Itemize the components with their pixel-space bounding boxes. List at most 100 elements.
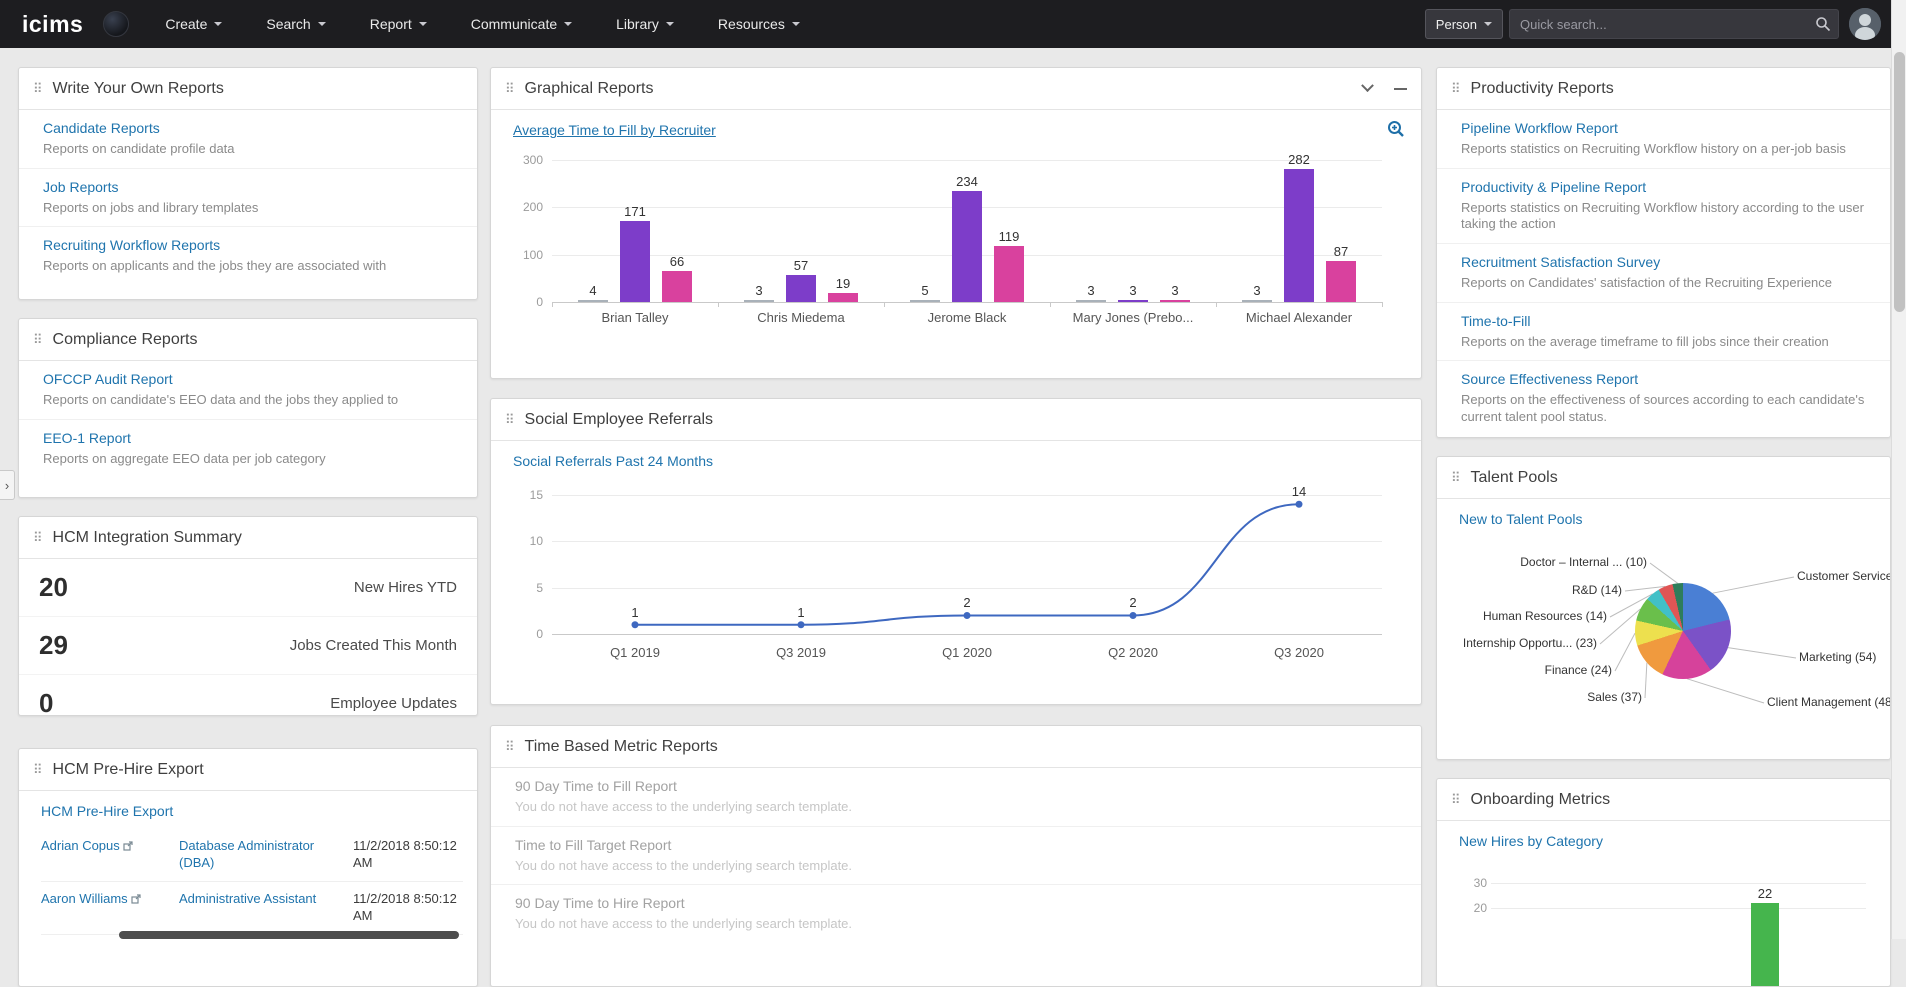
stat-row: 0 Employee Updates <box>19 675 477 716</box>
pie-label: Marketing (54) <box>1799 650 1876 664</box>
axis-tick <box>884 302 885 307</box>
chevron-down-icon <box>419 22 427 26</box>
time-to-fill-target-report: Time to Fill Target Report <box>515 837 671 853</box>
drag-handle-icon[interactable] <box>1451 470 1461 486</box>
vertical-scrollbar[interactable] <box>1891 0 1906 939</box>
bar <box>1284 169 1314 302</box>
scrollbar-thumb[interactable] <box>1894 52 1905 312</box>
no-access-message: You do not have access to the underlying… <box>515 858 1407 875</box>
candidate-name-link[interactable]: Adrian Copus <box>41 838 120 853</box>
report-desc: Reports on Candidates' satisfaction of t… <box>1461 275 1876 292</box>
search-icon[interactable] <box>1815 16 1831 37</box>
drag-handle-icon[interactable] <box>33 530 43 546</box>
drag-handle-icon[interactable] <box>1451 792 1461 808</box>
90-day-time-to-fill-report: 90 Day Time to Fill Report <box>515 778 677 794</box>
candidate-name-link[interactable]: Aaron Williams <box>41 891 128 906</box>
candidate-reports-link[interactable]: Candidate Reports <box>43 120 160 136</box>
minimize-panel-icon[interactable] <box>1394 88 1407 90</box>
no-access-message: You do not have access to the underlying… <box>515 799 1407 816</box>
drag-handle-icon[interactable] <box>505 739 515 755</box>
panel-link-row: HCM Pre-Hire Export <box>19 791 477 827</box>
90-day-time-to-hire-report: 90 Day Time to Hire Report <box>515 895 685 911</box>
time-to-fill-link[interactable]: Time-to-Fill <box>1461 313 1530 329</box>
avg-time-to-fill-link[interactable]: Average Time to Fill by Recruiter <box>513 122 716 138</box>
bar-value-label: 5 <box>905 283 945 298</box>
stat-label: New Hires YTD <box>354 579 457 596</box>
nav-right: Person <box>1425 8 1881 40</box>
horizontal-scrollbar-thumb[interactable] <box>119 931 459 939</box>
bar-value-label: 3 <box>1071 283 1111 298</box>
panel-hcm-integration-summary: HCM Integration Summary 20 New Hires YTD… <box>18 516 478 716</box>
panel-write-your-own-reports: Write Your Own Reports Candidate Reports… <box>18 67 478 300</box>
report-list-item: Time to Fill Target Report You do not ha… <box>491 827 1421 886</box>
new-to-talent-pools-link[interactable]: New to Talent Pools <box>1459 511 1582 527</box>
panel-header: Productivity Reports <box>1437 68 1890 110</box>
ofccp-audit-report-link[interactable]: OFCCP Audit Report <box>43 371 173 387</box>
panel-title: Write Your Own Reports <box>53 80 224 98</box>
menu-resources[interactable]: Resources <box>696 0 822 48</box>
eeo1-report-link[interactable]: EEO-1 Report <box>43 430 131 446</box>
menu-search-label: Search <box>266 16 310 32</box>
pie-label: Finance (24) <box>1545 663 1612 677</box>
bar-value-label: 3 <box>1155 283 1195 298</box>
pipeline-workflow-report-link[interactable]: Pipeline Workflow Report <box>1461 120 1618 136</box>
report-desc: Reports on the effectiveness of sources … <box>1461 392 1876 425</box>
job-reports-link[interactable]: Job Reports <box>43 179 118 195</box>
menu-library[interactable]: Library <box>594 0 696 48</box>
external-link-icon <box>131 892 141 907</box>
social-referrals-link[interactable]: Social Referrals Past 24 Months <box>513 453 713 469</box>
pie-chart: Customer Service (60)Marketing (54)Clien… <box>1437 535 1890 750</box>
panel-header: Graphical Reports <box>491 68 1421 110</box>
drag-handle-icon[interactable] <box>33 762 43 778</box>
stat-label: Jobs Created This Month <box>290 637 457 654</box>
new-hires-by-category-link[interactable]: New Hires by Category <box>1459 833 1603 849</box>
drag-handle-icon[interactable] <box>33 332 43 348</box>
job-title-link[interactable]: Database Administrator (DBA) <box>179 838 347 872</box>
menu-search[interactable]: Search <box>244 0 347 48</box>
collapse-panel-icon[interactable] <box>1361 79 1374 92</box>
drag-handle-icon[interactable] <box>1451 81 1461 97</box>
x-axis-label: Mary Jones (Prebo... <box>1053 310 1213 325</box>
chart-zoom-icon[interactable] <box>1387 120 1405 143</box>
y-axis-label: 300 <box>507 153 543 167</box>
drag-handle-icon[interactable] <box>33 81 43 97</box>
bar-chart: 0100200300Brian Talley417166Chris Miedem… <box>507 150 1405 335</box>
panel-title: Productivity Reports <box>1471 80 1614 98</box>
productivity-pipeline-report-link[interactable]: Productivity & Pipeline Report <box>1461 179 1646 195</box>
bar <box>1118 300 1148 302</box>
panel-title: Compliance Reports <box>53 331 198 349</box>
pie-label: Internship Opportu... (23) <box>1463 636 1597 650</box>
main-menu: Create Search Report Communicate Library… <box>143 0 822 48</box>
chevron-down-icon <box>564 22 572 26</box>
recruitment-satisfaction-survey-link[interactable]: Recruitment Satisfaction Survey <box>1461 254 1660 270</box>
quick-search-input[interactable] <box>1509 9 1839 39</box>
user-avatar[interactable] <box>1849 8 1881 40</box>
column-middle: Graphical Reports Average Time to Fill b… <box>490 48 1422 939</box>
icims-globe-icon[interactable] <box>103 11 129 37</box>
bar <box>994 246 1024 302</box>
column-left: Write Your Own Reports Candidate Reports… <box>18 48 478 939</box>
bar <box>1076 300 1106 302</box>
bar-value-label: 19 <box>823 276 863 291</box>
search-scope-button[interactable]: Person <box>1425 9 1503 39</box>
panel-title: Onboarding Metrics <box>1471 791 1611 809</box>
job-title-link[interactable]: Administrative Assistant <box>179 891 347 908</box>
bar-value-label: 171 <box>615 204 655 219</box>
menu-communicate[interactable]: Communicate <box>449 0 594 48</box>
drag-handle-icon[interactable] <box>505 412 515 428</box>
report-desc: Reports on the average timeframe to fill… <box>1461 334 1876 351</box>
drag-handle-icon[interactable] <box>505 81 515 97</box>
menu-report[interactable]: Report <box>348 0 449 48</box>
hcm-prehire-export-link[interactable]: HCM Pre-Hire Export <box>41 803 173 819</box>
report-list-item: Recruitment Satisfaction Survey Reports … <box>1437 244 1890 303</box>
bar-value-label: 3 <box>1237 283 1277 298</box>
source-effectiveness-report-link[interactable]: Source Effectiveness Report <box>1461 371 1638 387</box>
sidebar-expand-toggle[interactable] <box>0 470 15 500</box>
table-row: Adrian Copus Database Administrator (DBA… <box>41 829 463 882</box>
menu-create[interactable]: Create <box>143 0 244 48</box>
recruiting-workflow-reports-link[interactable]: Recruiting Workflow Reports <box>43 237 220 253</box>
report-list-item: 90 Day Time to Hire Report You do not ha… <box>491 885 1421 943</box>
report-list-item: Productivity & Pipeline Report Reports s… <box>1437 169 1890 244</box>
bar-value-label: 22 <box>1745 886 1785 901</box>
bar-value-label: 3 <box>739 283 779 298</box>
